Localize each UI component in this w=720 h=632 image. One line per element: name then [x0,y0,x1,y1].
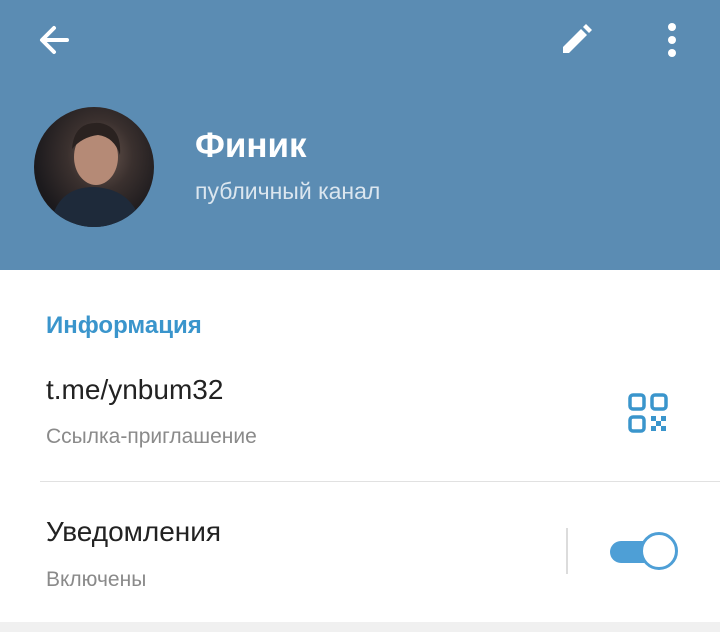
profile-header: Финик публичный канал [0,0,720,270]
arrow-left-icon [40,26,69,54]
invite-link-caption: Ссылка-приглашение [46,425,257,448]
notifications-label[interactable]: Уведомления [46,516,221,548]
notifications-status: Включены [46,568,147,591]
channel-avatar[interactable] [34,107,154,227]
pencil-icon [563,24,592,53]
more-options-button[interactable] [646,14,698,66]
invite-link-value[interactable]: t.me/ynbum32 [46,374,223,406]
row-divider [40,481,720,482]
edit-button[interactable] [548,14,604,66]
notifications-toggle[interactable] [608,532,680,570]
qr-code-icon [628,393,668,433]
channel-subtitle: публичный канал [195,178,381,204]
channel-name: Финик [195,126,307,165]
back-button[interactable] [24,14,84,66]
qr-code-button[interactable] [614,384,682,442]
section-bottom-shadow [0,622,720,632]
avatar-photo [50,122,142,227]
toggle-knob [640,532,678,570]
section-title: Информация [46,312,202,339]
info-section: Информация t.me/ynbum32 Ссылка-приглашен… [0,270,720,632]
vertical-separator [566,528,568,574]
more-vertical-icon [668,23,676,57]
